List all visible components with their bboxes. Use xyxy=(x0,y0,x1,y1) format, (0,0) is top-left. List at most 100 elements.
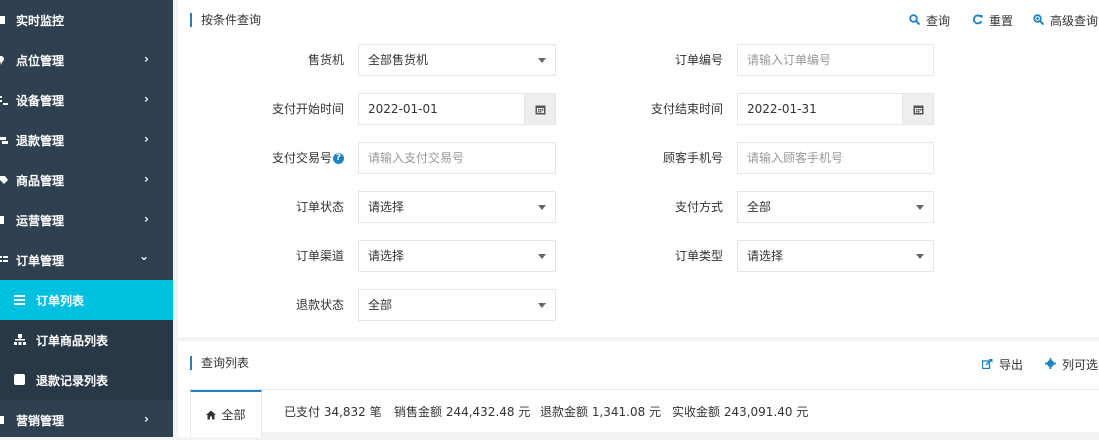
order-number-input[interactable]: 请输入订单编号 xyxy=(737,44,934,76)
sidebar-subitem-label: 退款记录列表 xyxy=(36,373,109,388)
sidebar-item-location[interactable]: 点位管理 › xyxy=(0,40,173,80)
vending-machine-value: 全部售货机 xyxy=(368,53,429,67)
refund-status-select[interactable]: 全部 xyxy=(358,289,556,321)
share-icon xyxy=(981,358,993,372)
query-panel-title: 按条件查询 xyxy=(190,13,261,27)
vending-machine-select[interactable]: 全部售货机 xyxy=(358,44,556,76)
search-label: 查询 xyxy=(926,14,951,28)
pay-start-time-value: 2022-01-01 xyxy=(368,102,438,116)
reset-button[interactable]: 重置 xyxy=(972,12,1013,29)
sidebar-item-marketing[interactable]: 营销管理 › xyxy=(0,400,173,440)
sidebar-item-label: 点位管理 xyxy=(16,53,65,68)
gear-icon xyxy=(1045,357,1056,372)
marketing-icon xyxy=(0,415,16,425)
sidebar-item-operation[interactable]: 运营管理 › xyxy=(0,200,173,240)
order-channel-select[interactable]: 请选择 xyxy=(358,240,556,272)
trade-number-label-text: 支付交易号 xyxy=(271,151,332,165)
export-label: 导出 xyxy=(999,358,1024,372)
trade-number-input[interactable]: 请输入支付交易号 xyxy=(358,142,556,174)
refund-icon xyxy=(0,135,16,145)
export-button[interactable]: 导出 xyxy=(981,356,1024,373)
chevron-right-icon: › xyxy=(144,172,149,186)
table-header-strip xyxy=(190,432,1099,437)
list-icon xyxy=(0,95,16,105)
order-type-value: 请选择 xyxy=(747,249,784,263)
zoom-in-icon xyxy=(1033,13,1045,28)
refund-status-label: 退款状态 xyxy=(295,298,344,312)
tag-icon xyxy=(0,175,16,185)
sidebar-item-label: 商品管理 xyxy=(16,173,65,188)
paid-count: 已支付 34,832 笔 xyxy=(284,405,382,419)
trade-number-placeholder: 请输入支付交易号 xyxy=(368,151,465,165)
calendar-icon xyxy=(913,105,923,114)
order-number-label: 订单编号 xyxy=(674,53,723,67)
column-select-button[interactable]: 列可选 xyxy=(1045,356,1098,373)
order-number-placeholder: 请输入订单编号 xyxy=(747,53,832,67)
sidebar-item-label: 实时监控 xyxy=(16,13,65,28)
pay-end-time-input[interactable]: 2022-01-31 xyxy=(737,93,903,125)
sidebar-subitem-label: 订单列表 xyxy=(36,293,85,308)
list-panel: 查询列表 导出 列可选 xyxy=(178,341,1099,437)
order-channel-value: 请选择 xyxy=(368,249,405,263)
bars-icon xyxy=(14,294,26,306)
list-panel-title: 查询列表 xyxy=(190,356,249,370)
sidebar-subitem-refund-record-list[interactable]: 退款记录列表 xyxy=(0,360,173,400)
sidebar: 实时监控 点位管理 › 设备管理 › 退款管理 › 商品管理 › 运营管理 › … xyxy=(0,0,173,437)
reset-label: 重置 xyxy=(989,14,1014,28)
received-amount: 实收金额 243,091.40 元 xyxy=(672,405,809,419)
sidebar-item-product[interactable]: 商品管理 › xyxy=(0,160,173,200)
pay-end-calendar-button[interactable] xyxy=(902,93,934,125)
chevron-right-icon: › xyxy=(144,92,149,106)
pay-method-select[interactable]: 全部 xyxy=(737,191,934,223)
calendar-icon xyxy=(535,105,545,114)
advanced-search-button[interactable]: 高级查询 xyxy=(1033,12,1098,29)
pay-start-time-label: 支付开始时间 xyxy=(271,102,344,116)
chevron-right-icon: › xyxy=(144,52,149,66)
chevron-right-icon: › xyxy=(144,212,149,226)
order-status-value: 请选择 xyxy=(368,200,405,214)
customer-phone-label: 顾客手机号 xyxy=(662,151,723,165)
sidebar-subitem-order-list[interactable]: 订单列表 xyxy=(0,280,173,320)
map-marker-icon xyxy=(0,55,16,65)
pay-end-time-label: 支付结束时间 xyxy=(650,102,723,116)
chevron-down-icon: ⌄ xyxy=(138,249,149,263)
sidebar-item-label: 退款管理 xyxy=(16,133,65,148)
chevron-right-icon: › xyxy=(144,412,149,426)
home-icon xyxy=(206,410,217,420)
sidebar-item-label: 订单管理 xyxy=(16,253,65,268)
order-status-select[interactable]: 请选择 xyxy=(358,191,556,223)
refresh-icon xyxy=(972,14,983,28)
caret-down-icon xyxy=(538,254,546,259)
sitemap-icon xyxy=(14,334,26,346)
sidebar-item-realtime-monitor[interactable]: 实时监控 xyxy=(0,0,173,40)
refund-amount: 退款金额 1,341.08 元 xyxy=(540,405,662,419)
square-icon xyxy=(14,374,26,386)
search-button[interactable]: 查询 xyxy=(909,12,950,29)
column-select-label: 列可选 xyxy=(1062,358,1099,372)
tab-all-label: 全部 xyxy=(221,408,246,422)
pay-start-calendar-button[interactable] xyxy=(524,93,556,125)
caret-down-icon xyxy=(538,303,546,308)
sidebar-subitem-order-product-list[interactable]: 订单商品列表 xyxy=(0,320,173,360)
refund-status-value: 全部 xyxy=(368,298,393,312)
sidebar-item-label: 运营管理 xyxy=(16,213,65,228)
pay-method-value: 全部 xyxy=(747,200,772,214)
pay-end-time-value: 2022-01-31 xyxy=(747,102,817,116)
customer-phone-placeholder: 请输入顾客手机号 xyxy=(747,151,844,165)
sidebar-item-device[interactable]: 设备管理 › xyxy=(0,80,173,120)
order-status-label: 订单状态 xyxy=(295,200,344,214)
order-type-select[interactable]: 请选择 xyxy=(737,240,934,272)
tab-all[interactable]: 全部 xyxy=(190,390,262,437)
caret-down-icon xyxy=(916,254,924,259)
order-channel-label: 订单渠道 xyxy=(295,249,344,263)
divider xyxy=(190,389,1099,390)
sidebar-subitem-label: 订单商品列表 xyxy=(36,333,109,348)
chevron-right-icon: › xyxy=(144,132,149,146)
trade-number-label: 支付交易号? xyxy=(178,142,344,174)
monitor-icon xyxy=(0,15,16,25)
question-circle-icon[interactable]: ? xyxy=(333,153,344,164)
customer-phone-input[interactable]: 请输入顾客手机号 xyxy=(737,142,934,174)
sidebar-item-refund[interactable]: 退款管理 › xyxy=(0,120,173,160)
sidebar-item-order[interactable]: 订单管理 ⌄ xyxy=(0,240,173,280)
pay-start-time-input[interactable]: 2022-01-01 xyxy=(358,93,525,125)
